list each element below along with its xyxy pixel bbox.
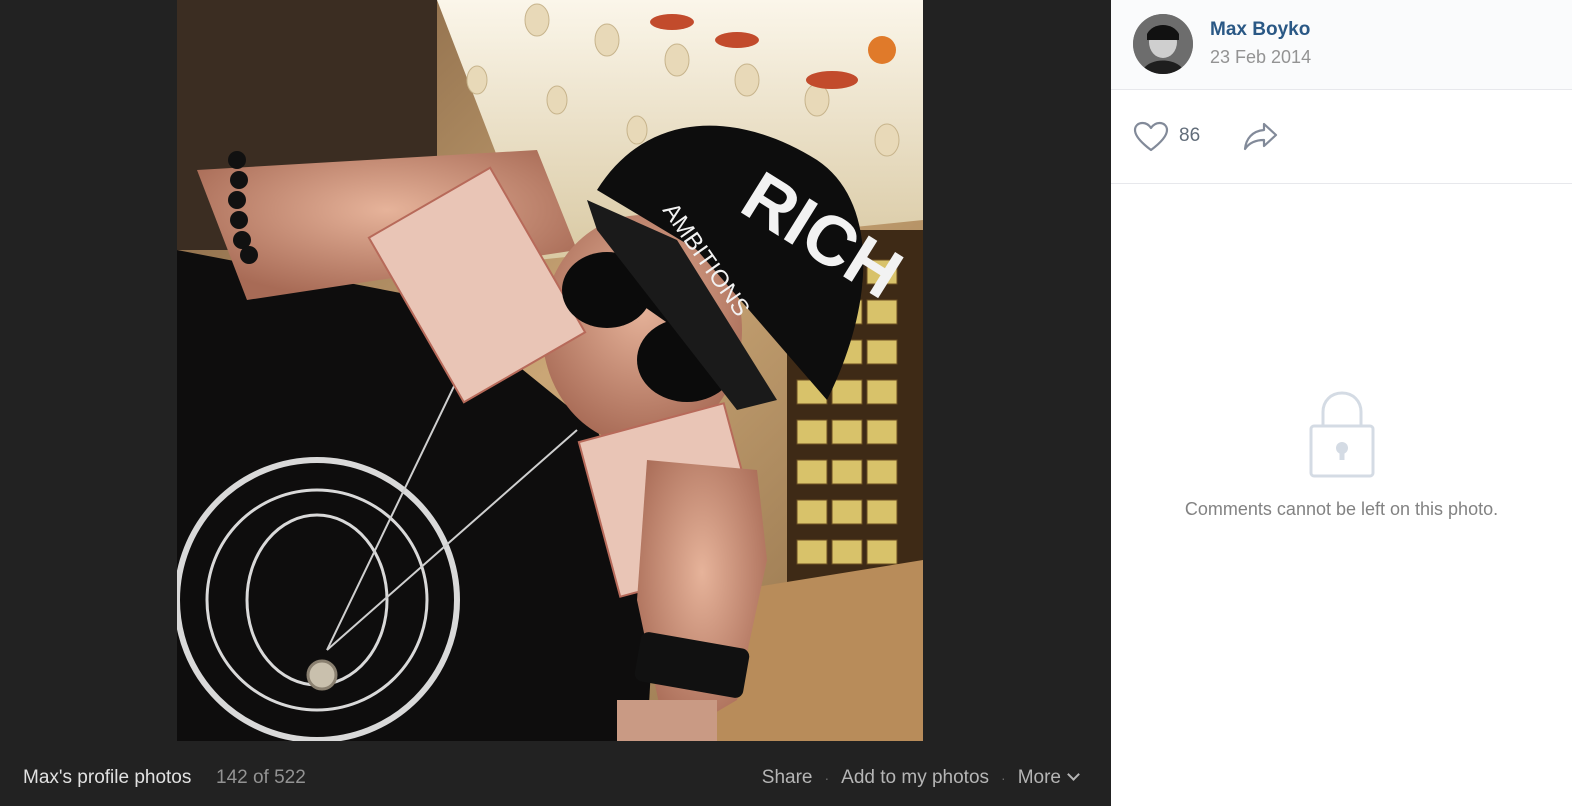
reactions-bar: 86 (1111, 90, 1572, 184)
post-date[interactable]: 23 Feb 2014 (1210, 47, 1311, 68)
photo-viewer: RICH AMBITIONS Max's profile photos 142 … (0, 0, 1111, 806)
viewer-footer: Max's profile photos 142 of 522 Share · … (0, 756, 1111, 800)
lock-icon (1307, 391, 1377, 484)
heart-icon[interactable] (1133, 121, 1169, 158)
photo-image: RICH AMBITIONS (177, 0, 923, 741)
more-label: More (1017, 767, 1061, 788)
avatar[interactable] (1133, 14, 1193, 74)
separator-dot: · (824, 770, 830, 786)
photo-actions: Share · Add to my photos · More (762, 767, 1080, 789)
like-count: 86 (1179, 125, 1201, 146)
photo-counter: 142 of 522 (216, 767, 306, 788)
author-name[interactable]: Max Boyko (1210, 19, 1310, 41)
separator-dot: · (1001, 770, 1006, 786)
comments-closed: Comments cannot be left on this photo. (1111, 390, 1572, 520)
chevron-down-icon (1067, 768, 1080, 781)
photo-sidebar: Max Boyko 23 Feb 2014 86 Comments cannot… (1111, 0, 1572, 806)
share-link[interactable]: Share (762, 767, 813, 789)
comments-closed-text: Comments cannot be left on this photo. (1184, 499, 1499, 519)
photo[interactable]: RICH AMBITIONS (177, 0, 923, 741)
album-title[interactable]: Max's profile photos (23, 767, 191, 789)
share-arrow-icon[interactable] (1242, 120, 1280, 157)
more-menu[interactable]: More (1017, 767, 1080, 789)
add-to-my-photos-link[interactable]: Add to my photos (841, 767, 989, 789)
author-header: Max Boyko 23 Feb 2014 (1111, 0, 1572, 90)
